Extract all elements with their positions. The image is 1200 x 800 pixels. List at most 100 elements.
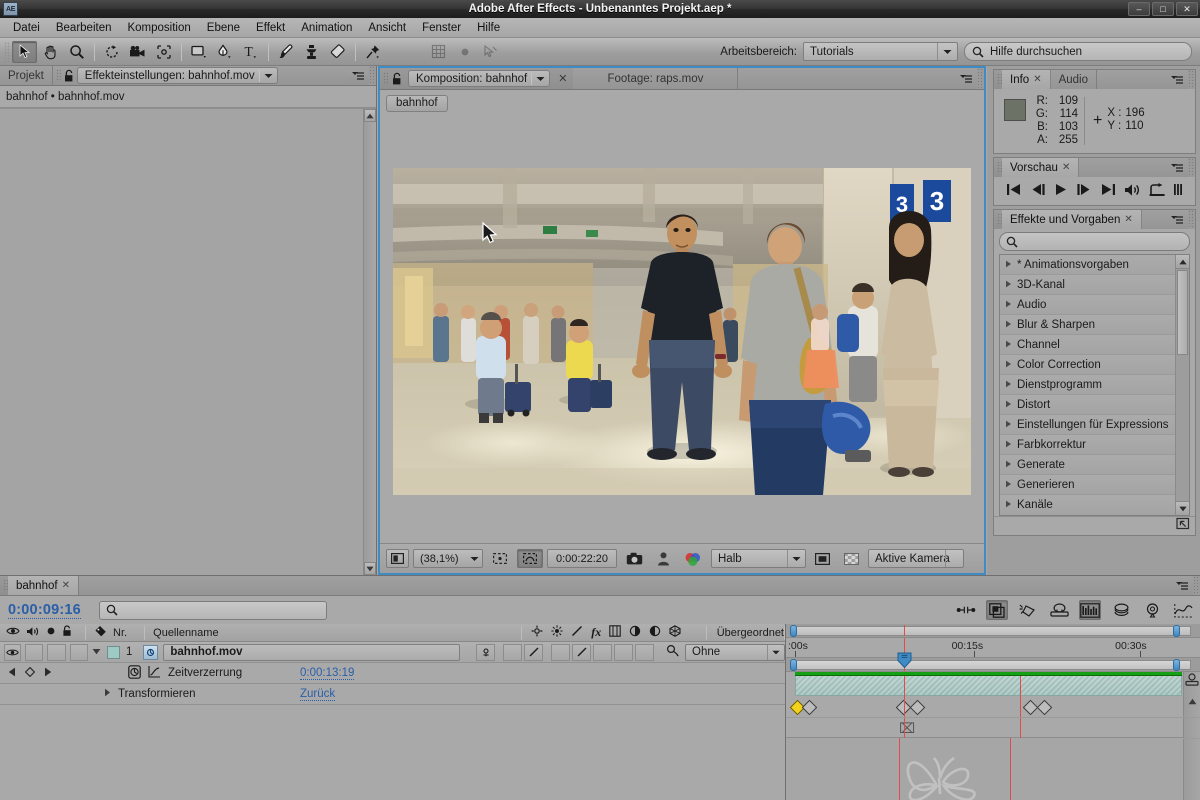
magnification-select[interactable]: (38,1%) bbox=[413, 549, 483, 568]
rotation-tool[interactable] bbox=[99, 41, 124, 63]
composition-stage[interactable]: 3 3 bbox=[380, 119, 984, 543]
new-folder-icon[interactable] bbox=[1176, 517, 1190, 533]
effects-list-item[interactable]: Kanäle bbox=[1000, 495, 1189, 515]
menu-datei[interactable]: Datei bbox=[6, 20, 47, 36]
label-color-icon[interactable] bbox=[94, 625, 107, 641]
scroll-down-icon[interactable] bbox=[1176, 501, 1189, 515]
layer-solo-toggle[interactable] bbox=[47, 643, 66, 661]
maximize-button[interactable]: □ bbox=[1152, 2, 1174, 16]
work-area-start-handle[interactable] bbox=[790, 659, 797, 671]
property-value[interactable]: Zurück bbox=[300, 688, 336, 701]
shape-tool[interactable] bbox=[186, 41, 211, 63]
tab-footage-raps[interactable]: Footage: raps.mov bbox=[573, 68, 739, 89]
timeline-zoom-handle-left[interactable] bbox=[790, 625, 797, 637]
show-snapshot-icon[interactable] bbox=[652, 549, 675, 568]
eraser-tool[interactable] bbox=[325, 41, 350, 63]
audio-icon[interactable] bbox=[1124, 183, 1141, 200]
hand-tool[interactable] bbox=[38, 41, 63, 63]
menu-ansicht[interactable]: Ansicht bbox=[361, 20, 413, 36]
disclosure-triangle-icon[interactable] bbox=[1005, 479, 1012, 491]
timeline-zoom-track[interactable] bbox=[795, 626, 1191, 636]
effect-controls-scrollbar[interactable] bbox=[363, 109, 376, 575]
playhead-knob[interactable] bbox=[897, 652, 912, 669]
video-eye-icon[interactable] bbox=[6, 626, 20, 639]
selection-tool[interactable] bbox=[12, 40, 37, 63]
region-of-interest-icon[interactable] bbox=[810, 549, 835, 568]
resolution-select[interactable]: Halb bbox=[711, 549, 806, 568]
panel-grip-right[interactable] bbox=[1188, 70, 1195, 89]
motion-blur-switch-icon[interactable] bbox=[629, 625, 641, 640]
close-button[interactable]: ✕ bbox=[1176, 2, 1198, 16]
shy-icon[interactable] bbox=[531, 625, 543, 640]
keyframe-marker[interactable] bbox=[801, 699, 818, 716]
pan-behind-tool[interactable] bbox=[151, 41, 176, 63]
draft-quality-icon[interactable] bbox=[571, 625, 583, 640]
tab-komposition-bahnhof[interactable]: Komposition: bahnhof bbox=[408, 70, 551, 87]
layer-parent-select[interactable]: Ohne bbox=[685, 643, 785, 661]
gray-dot-icon[interactable] bbox=[452, 41, 477, 63]
property-value[interactable]: 0:00:13:19 bbox=[300, 667, 355, 680]
frame-blending-icon[interactable] bbox=[986, 600, 1008, 620]
close-icon[interactable]: ✕ bbox=[1062, 162, 1070, 173]
puppet-pin-tool[interactable] bbox=[360, 41, 385, 63]
effects-list-item[interactable]: Dienstprogramm bbox=[1000, 375, 1189, 395]
timeline-empty-area[interactable] bbox=[786, 737, 1183, 800]
current-time-display[interactable]: 0:00:22:20 bbox=[547, 549, 617, 568]
scroll-up-icon[interactable] bbox=[364, 109, 376, 122]
effects-panel-menu[interactable] bbox=[1166, 210, 1188, 229]
effects-list-item[interactable]: Channel bbox=[1000, 335, 1189, 355]
menu-komposition[interactable]: Komposition bbox=[120, 20, 197, 36]
table-row[interactable]: Transformieren Zurück bbox=[0, 684, 785, 705]
effect-controls-tab-select[interactable]: Effekteinstellungen: bahnhof.mov bbox=[76, 67, 278, 84]
show-channel-icon[interactable] bbox=[679, 549, 707, 568]
last-frame-icon[interactable] bbox=[1100, 183, 1116, 199]
disclosure-triangle-icon[interactable] bbox=[1005, 399, 1012, 411]
tab-effekte-und-vorgaben[interactable]: Effekte und Vorgaben ✕ bbox=[1002, 210, 1142, 229]
effects-category-list[interactable]: * Animationsvorgaben 3D-Kanal Audio Blur… bbox=[999, 254, 1190, 516]
tab-timeline-bahnhof[interactable]: bahnhof ✕ bbox=[8, 576, 79, 595]
layer-expand-triangle-icon[interactable] bbox=[92, 646, 101, 658]
next-frame-icon[interactable] bbox=[1076, 183, 1092, 199]
disclosure-triangle-icon[interactable] bbox=[1005, 419, 1012, 431]
tab-vorschau[interactable]: Vorschau ✕ bbox=[1002, 158, 1080, 177]
toggle-transparency-grid-icon[interactable] bbox=[839, 549, 864, 568]
effects-scroll-thumb[interactable] bbox=[1177, 270, 1188, 355]
camera-view-select[interactable]: Aktive Kamera bbox=[868, 549, 964, 568]
transform-row[interactable]: ⌧ bbox=[786, 718, 1200, 739]
column-source-name[interactable]: Quellenname bbox=[145, 624, 521, 641]
effects-list-item[interactable]: Generieren bbox=[1000, 475, 1189, 495]
toggle-mask-visibility-icon[interactable] bbox=[517, 549, 543, 568]
panel-grip-right[interactable] bbox=[1188, 210, 1195, 229]
stopwatch-icon[interactable] bbox=[128, 664, 141, 682]
effects-list-scrollbar[interactable] bbox=[1175, 255, 1189, 515]
panel-grip-right[interactable] bbox=[369, 66, 376, 85]
always-preview-button[interactable] bbox=[386, 549, 409, 568]
switch-draft[interactable] bbox=[524, 643, 543, 661]
layer-duration-bar[interactable] bbox=[795, 676, 1182, 696]
layer-lock-toggle[interactable] bbox=[69, 643, 88, 661]
effects-list-item[interactable]: Generate bbox=[1000, 455, 1189, 475]
disclosure-triangle-icon[interactable] bbox=[1005, 299, 1012, 311]
draft-3d-icon[interactable] bbox=[1141, 600, 1163, 620]
keyframe-marker[interactable] bbox=[1036, 699, 1053, 716]
disclosure-triangle-icon[interactable] bbox=[1005, 319, 1012, 331]
camera-tool[interactable] bbox=[125, 41, 150, 63]
keyframe-marker[interactable] bbox=[909, 699, 926, 716]
grid-guides-icon[interactable] bbox=[426, 41, 451, 63]
composition-panel-menu[interactable] bbox=[955, 68, 977, 89]
zoom-tool[interactable] bbox=[64, 41, 89, 63]
effects-list-item[interactable]: Color Correction bbox=[1000, 355, 1189, 375]
info-panel-menu[interactable] bbox=[1166, 70, 1188, 89]
close-icon[interactable]: ✕ bbox=[62, 580, 70, 591]
audio-speaker-icon[interactable] bbox=[26, 626, 40, 640]
frame-blend-icon[interactable] bbox=[609, 625, 622, 640]
help-search-input[interactable]: Hilfe durchsuchen bbox=[964, 42, 1192, 61]
minimize-button[interactable]: – bbox=[1128, 2, 1150, 16]
scroll-down-icon[interactable] bbox=[364, 562, 376, 575]
brainstorm-icon[interactable] bbox=[1048, 600, 1070, 620]
disclosure-triangle-icon[interactable] bbox=[1005, 459, 1012, 471]
time-ruler[interactable]: :00s 00:15s 00:30s bbox=[786, 638, 1200, 669]
play-icon[interactable] bbox=[1054, 183, 1068, 199]
layer-label-color[interactable] bbox=[107, 645, 120, 659]
graph-editor-icon[interactable] bbox=[1079, 600, 1101, 620]
